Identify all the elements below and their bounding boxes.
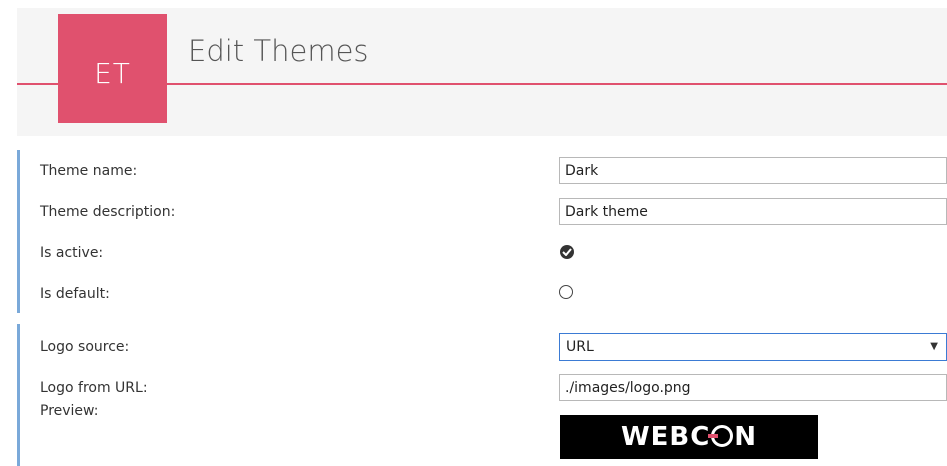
logo-preview-image: WEBC N xyxy=(560,415,818,459)
theme-general-section: Theme name: Theme description: Is active… xyxy=(17,150,947,313)
logo-source-select[interactable]: URL ▼ xyxy=(559,333,947,361)
theme-name-input[interactable] xyxy=(559,157,947,184)
is-active-checked-icon[interactable] xyxy=(560,245,574,259)
logo-source-label: Logo source: xyxy=(40,339,130,355)
is-default-label: Is default: xyxy=(40,286,110,302)
page-title: Edit Themes xyxy=(188,34,369,68)
is-active-row: Is active: xyxy=(20,232,947,273)
logo-url-label: Logo from URL: xyxy=(40,380,148,396)
triangle-down-icon: ▼ xyxy=(930,341,938,352)
theme-logo-section: Logo source: URL ▼ Logo from URL: Previe… xyxy=(17,324,947,466)
logo-o-mark-icon xyxy=(708,425,734,447)
theme-description-label: Theme description: xyxy=(40,204,176,220)
logo-url-row: Logo from URL: xyxy=(20,367,947,408)
edit-themes-page: ET Edit Themes Theme name: Theme descrip… xyxy=(0,0,947,466)
page-badge: ET xyxy=(58,14,167,123)
theme-description-input[interactable] xyxy=(559,198,947,225)
is-default-row: Is default: xyxy=(20,273,947,314)
logo-source-selected-value: URL xyxy=(566,339,594,355)
theme-name-row: Theme name: xyxy=(20,150,947,191)
webcon-logo: WEBC N xyxy=(620,422,758,452)
is-default-radio-icon[interactable] xyxy=(559,285,573,299)
logo-url-input[interactable] xyxy=(559,374,947,401)
logo-source-row: Logo source: URL ▼ xyxy=(20,326,947,367)
logo-preview-label: Preview: xyxy=(40,403,99,419)
theme-description-row: Theme description: xyxy=(20,191,947,232)
theme-name-label: Theme name: xyxy=(40,163,138,179)
is-active-label: Is active: xyxy=(40,245,104,261)
